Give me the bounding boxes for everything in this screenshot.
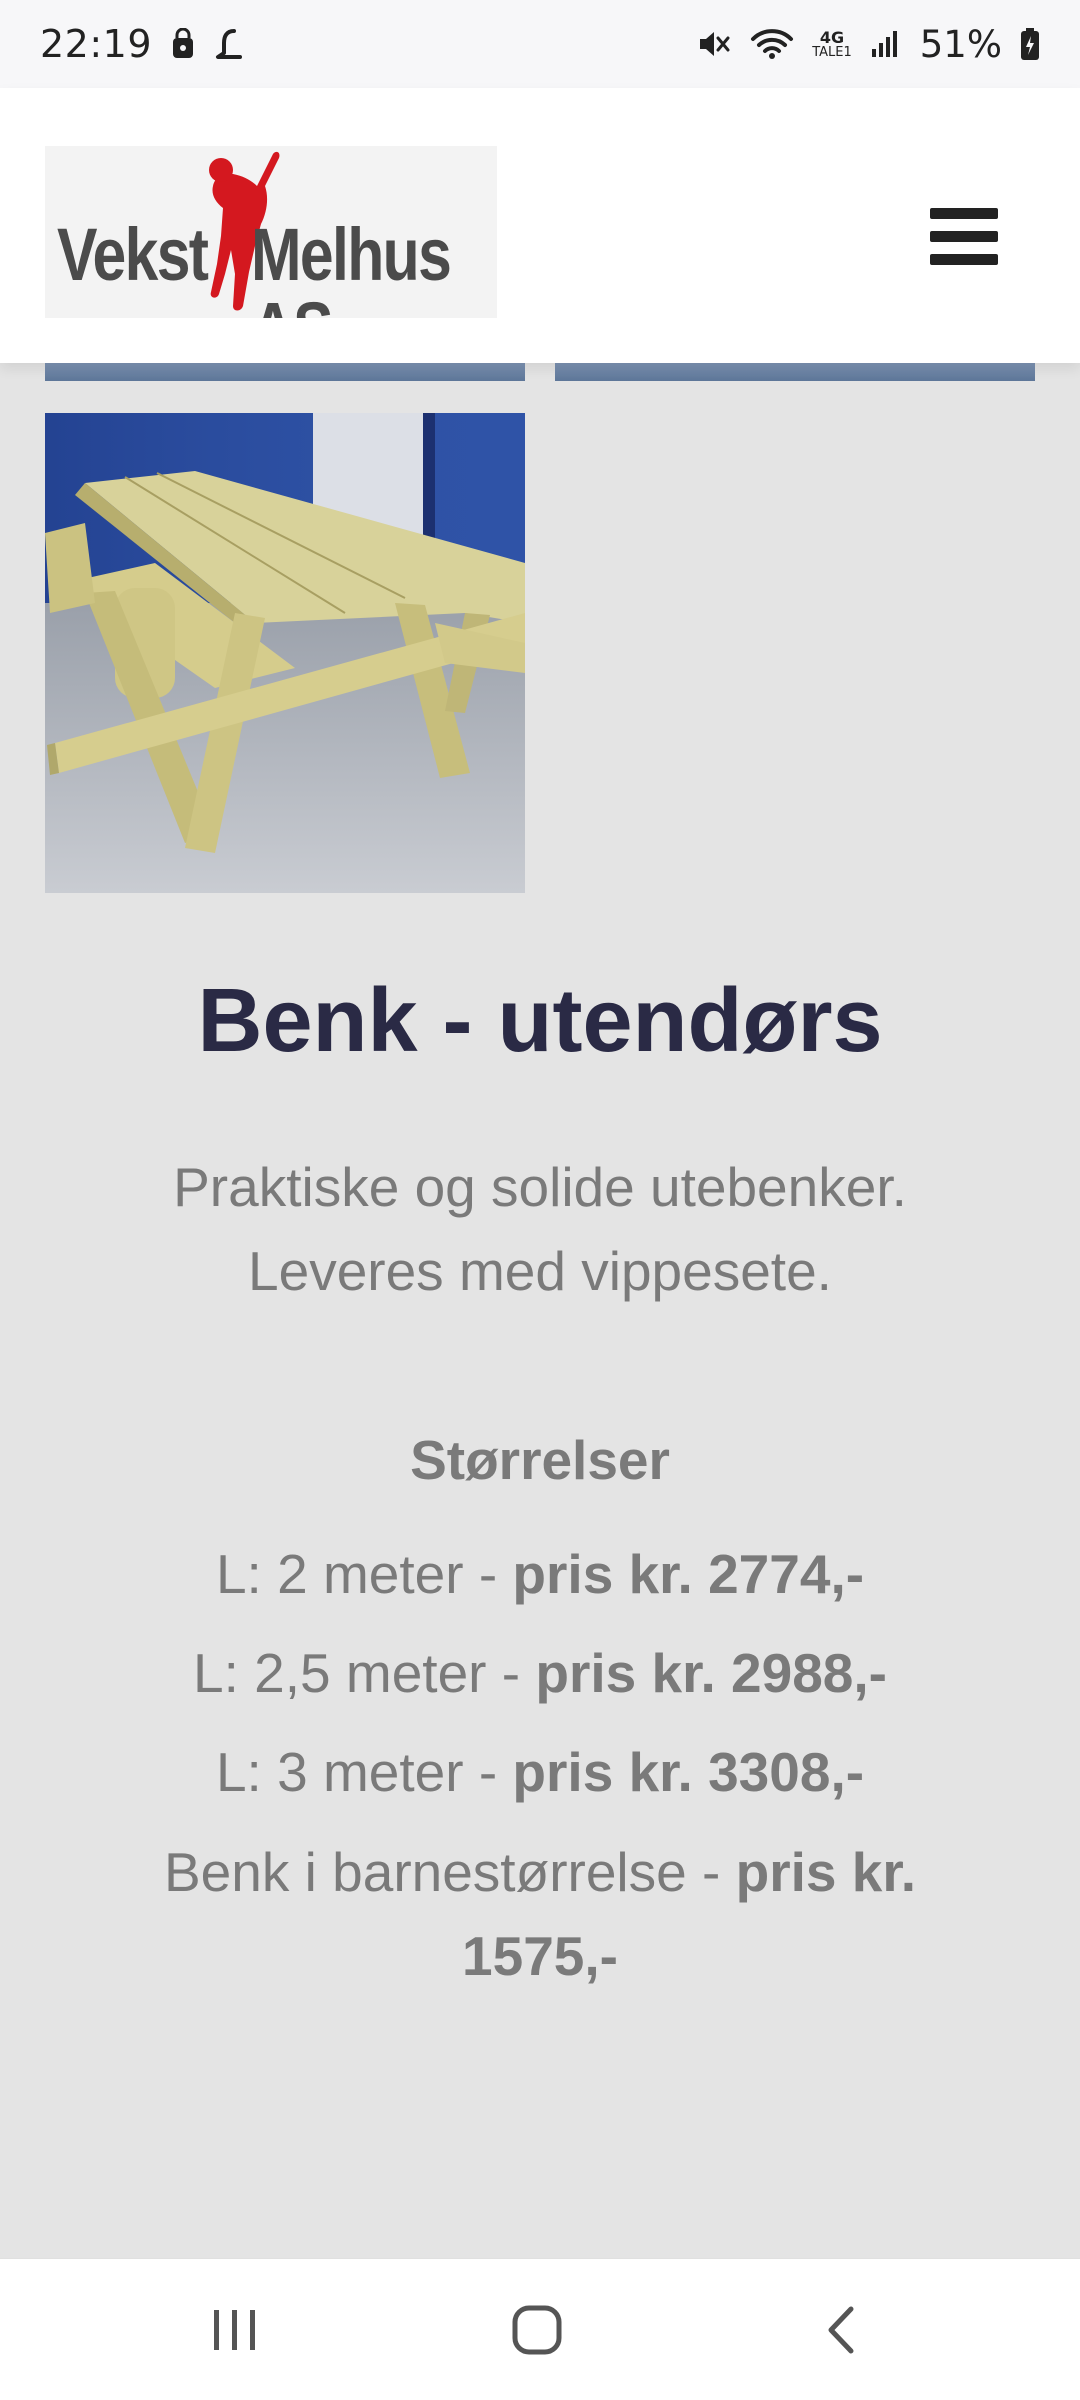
screen: 22:19 4G TALE1 51% Vekst Melhus Benk - u… — [0, 0, 1080, 2400]
logo-text-vekst: Vekst — [57, 213, 209, 296]
status-time: 22:19 — [40, 22, 153, 66]
product-image[interactable] — [45, 413, 525, 893]
system-nav-bar — [0, 2258, 1080, 2400]
gallery-image-partial[interactable] — [555, 363, 1035, 381]
back-icon[interactable] — [795, 2295, 885, 2365]
price-list: L: 2 meter - pris kr. 2774,- L: 2,5 mete… — [0, 1525, 1080, 1998]
site-header: Vekst Melhus AS — [0, 88, 1080, 363]
page-title: Benk - utendørs — [197, 971, 883, 1071]
product-description: Praktiske og solide utebenker. Leveres m… — [173, 1156, 907, 1302]
network-type-icon: 4G TALE1 — [812, 27, 852, 60]
home-icon[interactable] — [492, 2295, 582, 2365]
sizes-heading: Størrelser — [410, 1429, 670, 1491]
price-row: L: 2,5 meter - pris kr. 2988,- — [193, 1642, 887, 1704]
mute-icon — [696, 27, 732, 61]
l-app-icon — [214, 27, 244, 61]
battery-percent: 51% — [919, 22, 1002, 66]
lock-app-icon — [170, 28, 196, 60]
price-row: L: 3 meter - pris kr. 3308,- — [215, 1741, 865, 1803]
recent-apps-icon[interactable] — [190, 2295, 280, 2365]
price-row: L: 2 meter - pris kr. 2774,- — [215, 1543, 865, 1605]
status-bar: 22:19 4G TALE1 51% — [0, 0, 1080, 88]
battery-icon — [1020, 27, 1040, 61]
logo-text-melhus: Melhus AS — [251, 213, 452, 319]
price-row: Benk i barnestørrelse - pris kr. 1575,- — [164, 1841, 916, 1987]
hamburger-menu-icon[interactable] — [930, 196, 1010, 276]
signal-icon — [870, 29, 898, 59]
company-logo[interactable]: Vekst Melhus AS — [45, 146, 497, 318]
wifi-icon — [750, 27, 794, 61]
gallery-image-partial[interactable] — [45, 363, 525, 381]
